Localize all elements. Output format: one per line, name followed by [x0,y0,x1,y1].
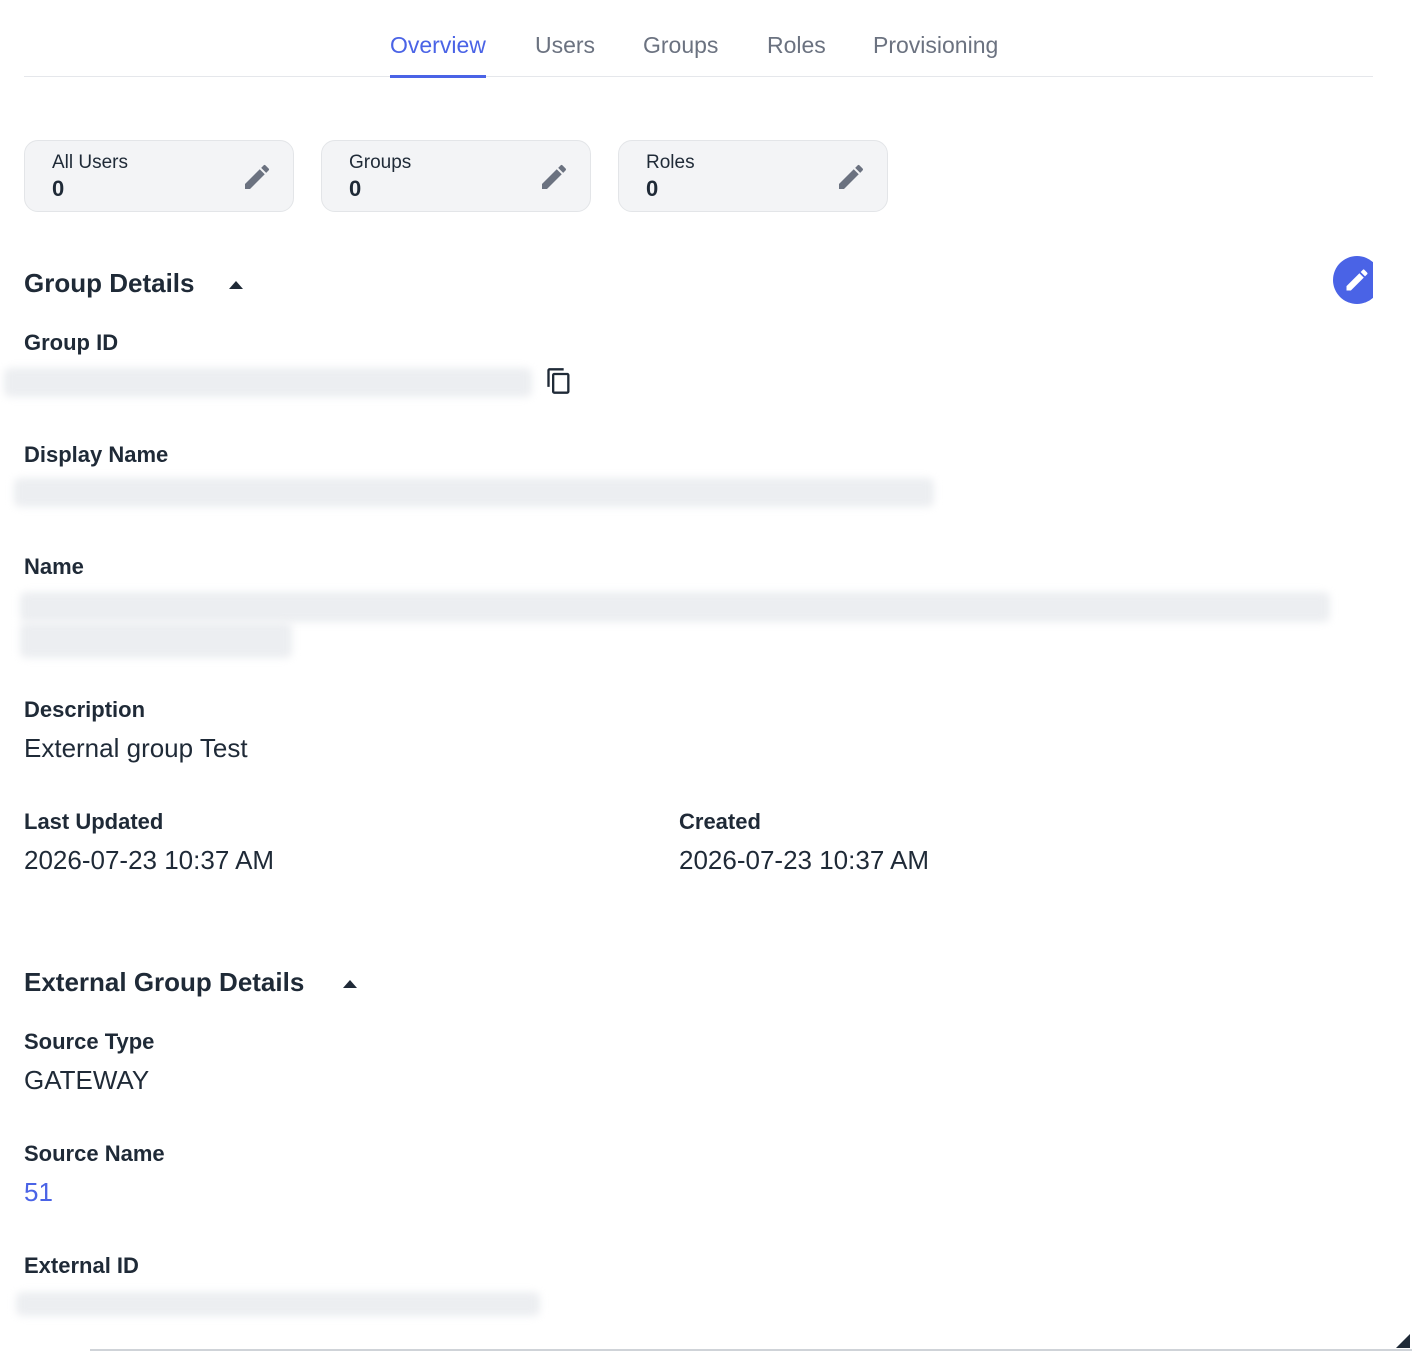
card-count: 0 [52,176,65,201]
external-id-value-redacted [16,1292,540,1316]
collapse-caret-icon[interactable] [343,980,357,988]
name-value-redacted-line2 [20,622,292,658]
groups-card: Groups 0 [321,140,591,212]
group-id-value-redacted [4,368,532,397]
all-users-card: All Users 0 [24,140,294,212]
last-updated-value: 2026-07-23 10:37 AM [24,845,275,875]
card-label: Groups [349,152,412,173]
source-type-label: Source Type [24,1029,155,1054]
group-details-title: Group Details [24,268,195,298]
source-name-link[interactable]: 51 [24,1177,53,1208]
edit-group-button[interactable] [1333,256,1373,304]
pencil-icon[interactable] [835,161,867,193]
source-name-label: Source Name [24,1141,165,1166]
resize-handle-icon[interactable] [1396,1334,1410,1348]
panel-bottom-border [90,1349,1412,1351]
tab-users[interactable]: Users [535,32,595,77]
tab-overview[interactable]: Overview [390,32,486,78]
name-label: Name [24,554,84,579]
card-label: All Users [52,152,129,173]
card-label: Roles [646,152,695,173]
description-label: Description [24,697,146,722]
last-updated-label: Last Updated [24,809,164,834]
source-type-value: GATEWAY [24,1065,150,1095]
roles-card: Roles 0 [618,140,888,212]
tab-roles[interactable]: Roles [767,32,826,77]
created-value: 2026-07-23 10:37 AM [679,845,930,875]
name-value-redacted [20,592,1330,622]
pencil-icon [1346,269,1368,291]
tab-provisioning[interactable]: Provisioning [873,32,998,77]
display-name-label: Display Name [24,442,169,467]
collapse-caret-icon[interactable] [229,281,243,289]
pencil-icon[interactable] [241,161,273,193]
copy-icon[interactable] [545,366,573,396]
tab-bar: Overview Users Groups Roles Provisioning [24,0,1373,78]
pencil-icon[interactable] [538,161,570,193]
external-group-details-title: External Group Details [24,967,305,997]
external-id-label: External ID [24,1253,139,1278]
group-id-label: Group ID [24,330,119,355]
tab-groups[interactable]: Groups [643,32,718,77]
card-count: 0 [646,176,659,201]
description-value: External group Test [24,733,248,763]
created-label: Created [679,809,761,834]
card-count: 0 [349,176,362,201]
display-name-value-redacted [14,478,934,507]
